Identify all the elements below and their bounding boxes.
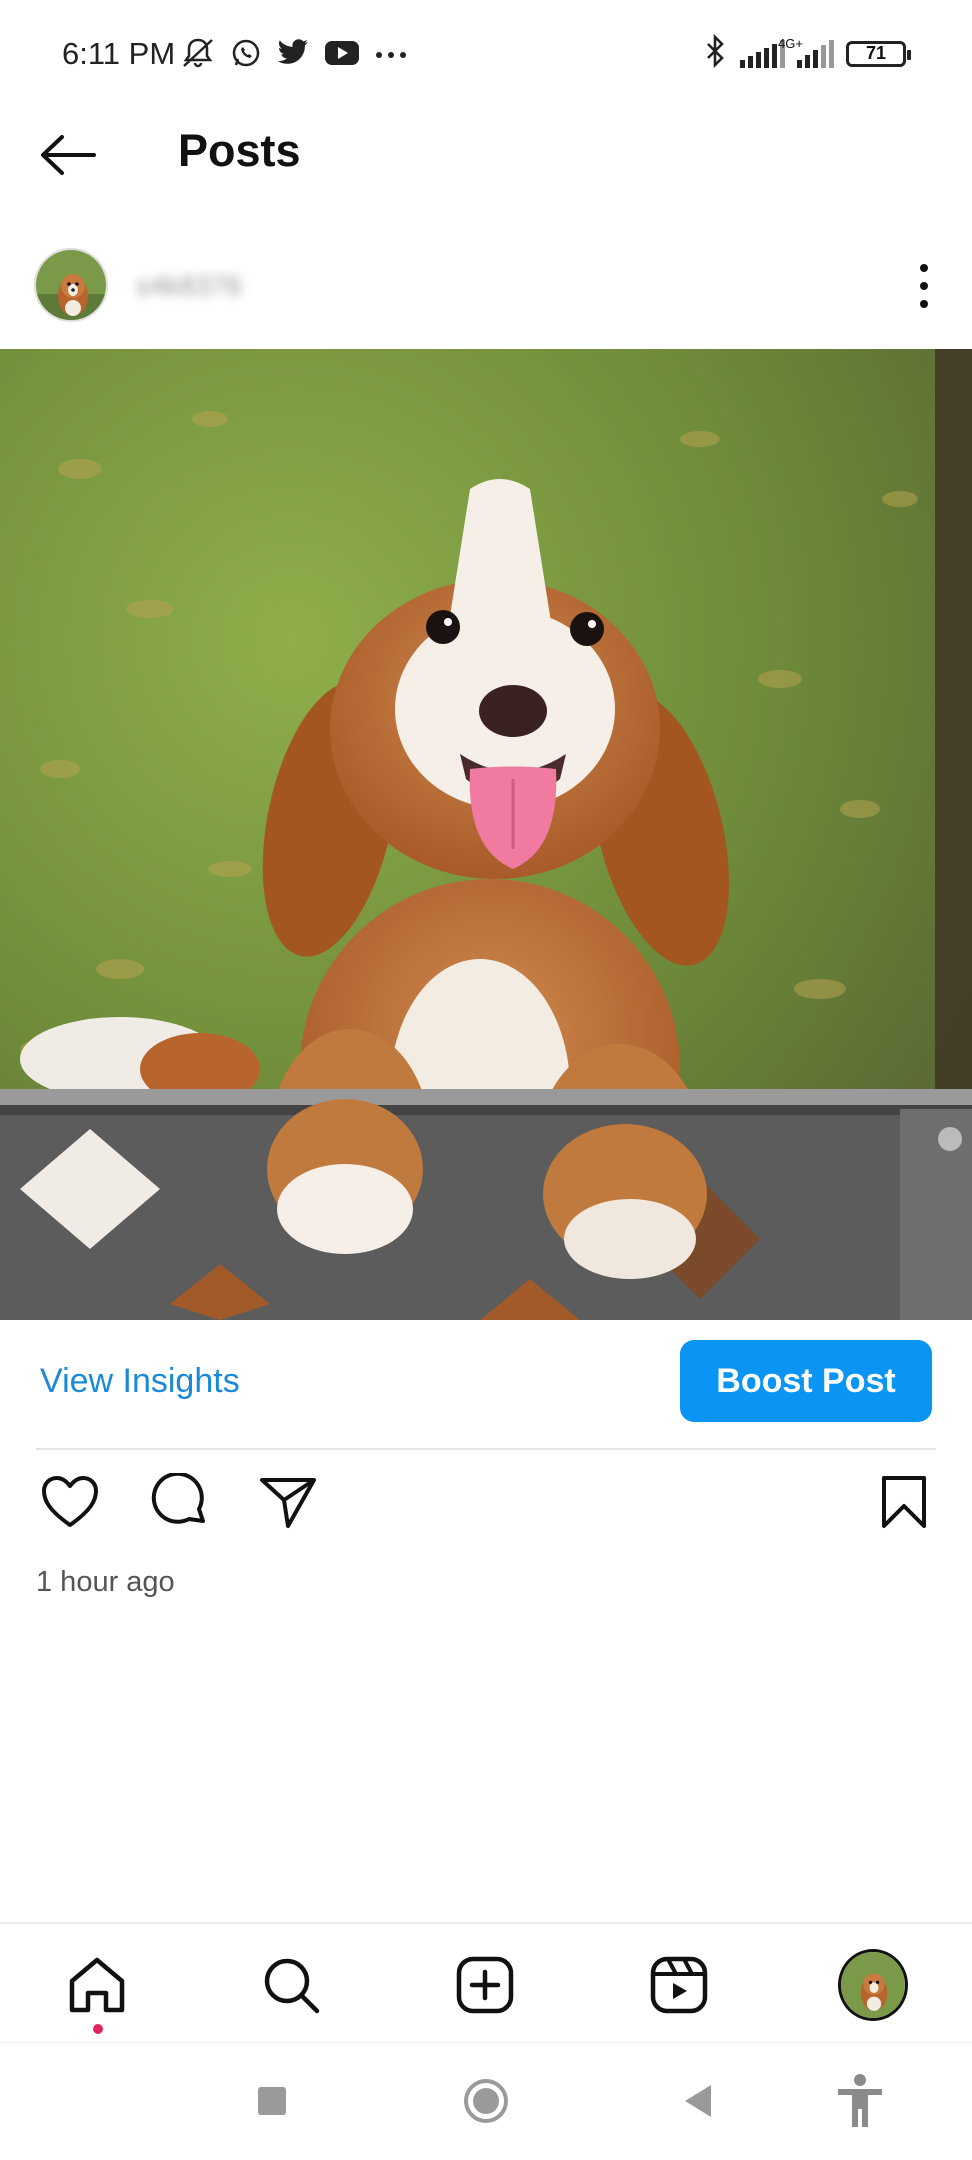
signal-icon: 4G+ — [740, 36, 803, 68]
notification-dot — [93, 2024, 103, 2034]
boost-post-button[interactable]: Boost Post — [680, 1340, 932, 1422]
nav-create[interactable] — [450, 1950, 520, 2020]
heart-icon — [42, 1476, 98, 1527]
system-home-button[interactable] — [458, 2073, 514, 2129]
nav-profile[interactable] — [838, 1949, 908, 2021]
view-insights-link[interactable]: View Insights — [40, 1362, 240, 1401]
accessibility-icon — [838, 2074, 882, 2127]
create-icon — [456, 1956, 514, 2014]
comment-icon — [151, 1473, 205, 1524]
profile-avatar — [838, 1949, 908, 2021]
arrow-left-icon — [41, 135, 96, 175]
bookmark-icon — [882, 1476, 926, 1528]
bottom-nav — [0, 1922, 972, 2042]
divider — [36, 1448, 936, 1450]
comment-button[interactable] — [148, 1470, 212, 1534]
accessibility-button[interactable] — [832, 2073, 888, 2129]
status-time: 6:11 PM — [62, 36, 176, 71]
more-icon — [374, 47, 408, 65]
post-timestamp: 1 hour ago — [36, 1566, 175, 1598]
battery-icon: 71 — [846, 40, 911, 67]
share-button[interactable] — [256, 1470, 320, 1534]
youtube-icon — [324, 39, 360, 72]
recents-button[interactable] — [244, 2073, 300, 2129]
nav-home[interactable] — [62, 1950, 132, 2020]
share-icon — [260, 1478, 316, 1528]
nav-reels[interactable] — [644, 1950, 714, 2020]
puppy-photo[interactable] — [0, 349, 972, 1320]
insights-row: View Insights Boost Post — [0, 1320, 972, 1448]
app-header: Posts — [0, 105, 972, 200]
back-triangle-icon — [685, 2085, 711, 2117]
home-icon — [69, 1957, 125, 2013]
home-circle-icon — [464, 2079, 508, 2123]
status-bar: 6:11 PM 4G+ 71 — [0, 0, 972, 105]
status-icons-right: 4G+ 71 — [704, 33, 911, 73]
post-actions — [0, 1470, 972, 1540]
system-nav — [0, 2042, 972, 2160]
username[interactable]: s4k8376 — [136, 270, 242, 302]
page-title: Posts — [178, 125, 301, 176]
reels-icon — [650, 1956, 708, 2014]
like-button[interactable] — [38, 1470, 102, 1534]
search-icon — [264, 1958, 320, 2014]
nav-search[interactable] — [256, 1950, 326, 2020]
back-button[interactable] — [36, 123, 100, 187]
whatsapp-icon — [230, 37, 262, 74]
system-back-button[interactable] — [670, 2073, 726, 2129]
post-header: s4k8376 — [0, 230, 972, 340]
recents-icon — [258, 2087, 286, 2115]
status-icons-left — [180, 36, 408, 75]
twitter-icon — [276, 38, 310, 73]
save-button[interactable] — [872, 1470, 936, 1534]
mute-icon — [180, 36, 216, 75]
post-options-button[interactable] — [916, 264, 932, 308]
dog-avatar[interactable] — [34, 248, 108, 322]
network-label: 4G+ — [778, 35, 803, 51]
bluetooth-icon — [704, 33, 728, 73]
